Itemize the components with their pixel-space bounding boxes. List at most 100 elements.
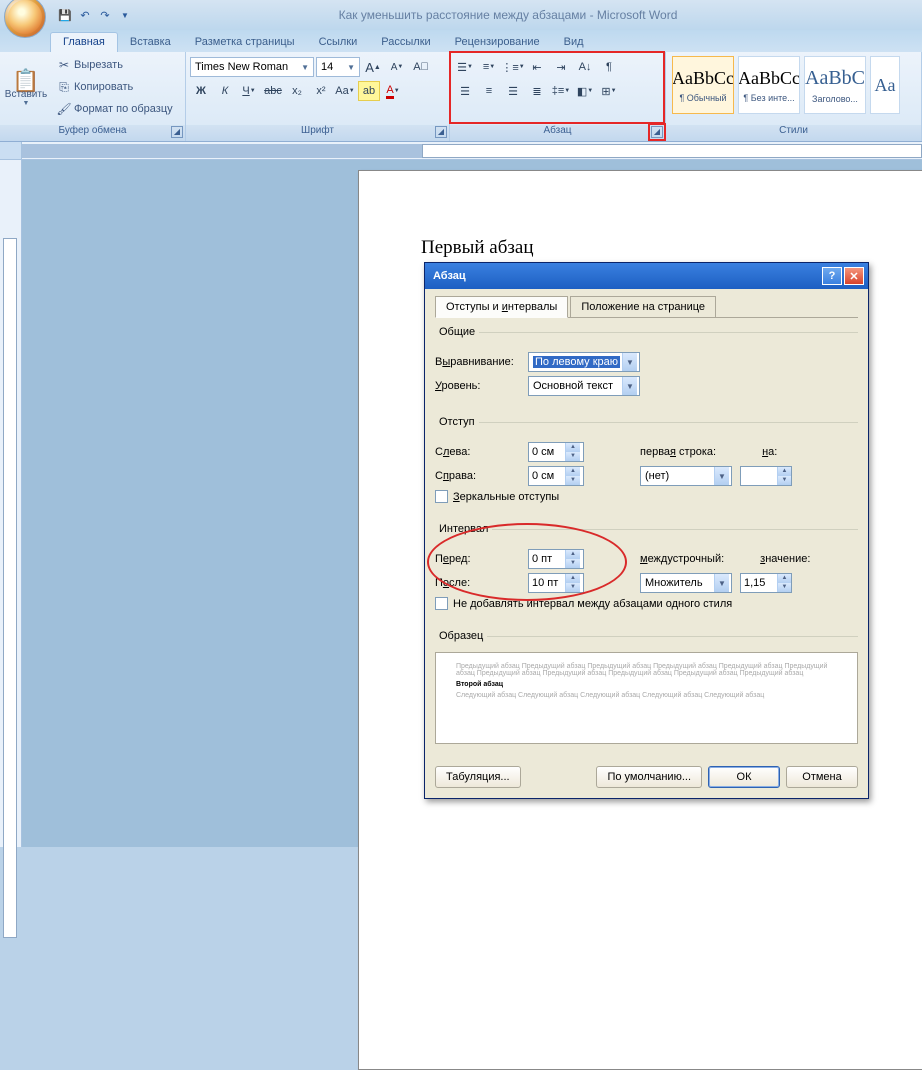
ribbon-tabs: Главная Вставка Разметка страницы Ссылки…	[0, 30, 922, 52]
copy-icon: ⎘	[56, 79, 72, 95]
window-title: Как уменьшить расстояние между абзацами …	[134, 8, 922, 22]
line-spacing-label: междустрочный:	[640, 553, 724, 565]
align-left-button[interactable]: ☰	[454, 81, 476, 101]
line-spacing-button[interactable]: ‡≡▼	[550, 81, 572, 101]
help-button[interactable]: ?	[822, 267, 842, 285]
dialog-buttons: Табуляция... По умолчанию... ОК Отмена	[435, 760, 858, 788]
no-space-same-style-check[interactable]: Не добавлять интервал между абзацами одн…	[435, 597, 858, 610]
style-more[interactable]: Aa	[870, 56, 900, 114]
chevron-down-icon: ▼	[622, 377, 637, 395]
ribbon: 📋 Вставить ▼ ✂Вырезать ⎘Копировать 🖌Форм…	[0, 52, 922, 142]
close-button[interactable]: ✕	[844, 267, 864, 285]
bold-button[interactable]: Ж	[190, 81, 212, 101]
indent-by-spin[interactable]: ▲▼	[740, 466, 792, 486]
tab-line-page-breaks[interactable]: Положение на странице	[570, 296, 716, 318]
style-normal[interactable]: AaBbCc¶ Обычный	[672, 56, 734, 114]
increase-indent-button[interactable]: ⇥	[550, 57, 572, 77]
ruler-corner[interactable]	[0, 142, 22, 160]
style-heading1[interactable]: AaBbCЗаголово...	[804, 56, 866, 114]
first-line-label: первая строка:	[640, 446, 716, 458]
highlight-button[interactable]: ab	[358, 81, 380, 101]
paste-label: Вставить	[5, 89, 47, 100]
multilevel-list-button[interactable]: ⋮≡▼	[502, 57, 524, 77]
subscript-button[interactable]: x₂	[286, 81, 308, 101]
vertical-ruler[interactable]	[0, 160, 22, 847]
format-painter-button[interactable]: 🖌Формат по образцу	[52, 98, 177, 120]
borders-button[interactable]: ⊞▼	[598, 81, 620, 101]
paragraph-text: Первый абзац	[421, 237, 534, 259]
paragraph-launcher[interactable]: ◢	[651, 126, 663, 138]
qat-customize-icon[interactable]: ▼	[116, 6, 134, 24]
sort-button[interactable]: A↓	[574, 57, 596, 77]
chevron-down-icon: ▼	[714, 574, 729, 592]
line-spacing-combo[interactable]: Множитель▼	[640, 573, 732, 593]
numbering-button[interactable]: ≡▼	[478, 57, 500, 77]
align-center-button[interactable]: ≡	[478, 81, 500, 101]
undo-icon[interactable]: ↶	[76, 6, 94, 24]
save-icon[interactable]: 💾	[56, 6, 74, 24]
group-title-paragraph: Абзац ◢	[450, 125, 665, 141]
decrease-indent-button[interactable]: ⇤	[526, 57, 548, 77]
indent-left-label: Слева:	[435, 446, 520, 458]
paste-button[interactable]: 📋 Вставить ▼	[4, 54, 48, 125]
bullets-button[interactable]: ☰▼	[454, 57, 476, 77]
tab-mailings[interactable]: Рассылки	[369, 33, 442, 52]
show-marks-button[interactable]: ¶	[598, 57, 620, 77]
horizontal-ruler[interactable]	[0, 142, 922, 160]
style-no-spacing[interactable]: AaBbCc¶ Без инте...	[738, 56, 800, 114]
italic-button[interactable]: К	[214, 81, 236, 101]
font-name-combo[interactable]: Times New Roman▼	[190, 57, 314, 77]
alignment-label: Выравнивание:	[435, 356, 520, 368]
tab-insert[interactable]: Вставка	[118, 33, 183, 52]
font-color-button[interactable]: A▼	[382, 81, 404, 101]
clear-formatting-button[interactable]: A⃠	[410, 57, 432, 77]
cancel-button[interactable]: Отмена	[786, 766, 858, 788]
spacing-legend: Интервал	[435, 523, 492, 535]
first-line-combo[interactable]: (нет)▼	[640, 466, 732, 486]
chevron-down-icon: ▼	[714, 467, 729, 485]
tab-page-layout[interactable]: Разметка страницы	[183, 33, 307, 52]
tab-references[interactable]: Ссылки	[307, 33, 370, 52]
justify-button[interactable]: ≣	[526, 81, 548, 101]
group-title-font: Шрифт◢	[186, 125, 449, 141]
outline-level-combo[interactable]: Основной текст▼	[528, 376, 640, 396]
font-size-combo[interactable]: 14▼	[316, 57, 360, 77]
general-legend: Общие	[435, 326, 479, 338]
group-font: Times New Roman▼ 14▼ A▲ A▼ A⃠ Ж К Ч▼ abc…	[186, 52, 450, 141]
tab-indents-spacing[interactable]: Отступы и интервалы	[435, 296, 568, 318]
strikethrough-button[interactable]: abc	[262, 81, 284, 101]
alignment-combo[interactable]: По левому краю▼	[528, 352, 640, 372]
copy-button[interactable]: ⎘Копировать	[52, 76, 177, 98]
ok-button[interactable]: ОК	[708, 766, 780, 788]
tab-home[interactable]: Главная	[50, 32, 118, 52]
dialog-title: Абзац	[429, 270, 822, 282]
chevron-down-icon: ▼	[301, 63, 309, 72]
tab-view[interactable]: Вид	[552, 33, 596, 52]
preview-group: Образец Предыдущий абзац Предыдущий абза…	[435, 630, 858, 750]
underline-button[interactable]: Ч▼	[238, 81, 260, 101]
mirror-indents-check[interactable]: Зеркальные отступы	[435, 490, 858, 503]
preview-legend: Образец	[435, 630, 487, 642]
spacing-at-spin[interactable]: ▲▼	[740, 573, 792, 593]
shrink-font-button[interactable]: A▼	[386, 57, 408, 77]
space-before-spin[interactable]: ▲▼	[528, 549, 584, 569]
group-styles: AaBbCc¶ Обычный AaBbCc¶ Без инте... AaBb…	[666, 52, 922, 141]
dialog-titlebar[interactable]: Абзац ? ✕	[425, 263, 868, 289]
chevron-down-icon: ▼	[23, 100, 30, 107]
tab-review[interactable]: Рецензирование	[443, 33, 552, 52]
clipboard-launcher[interactable]: ◢	[171, 126, 183, 138]
change-case-button[interactable]: Aa▼	[334, 81, 356, 101]
font-launcher[interactable]: ◢	[435, 126, 447, 138]
superscript-button[interactable]: x²	[310, 81, 332, 101]
indent-group: Отступ Слева: ▲▼ первая строка: на: Спра…	[435, 416, 858, 513]
align-right-button[interactable]: ☰	[502, 81, 524, 101]
space-after-spin[interactable]: ▲▼	[528, 573, 584, 593]
redo-icon[interactable]: ↷	[96, 6, 114, 24]
indent-left-spin[interactable]: ▲▼	[528, 442, 584, 462]
indent-right-spin[interactable]: ▲▼	[528, 466, 584, 486]
grow-font-button[interactable]: A▲	[362, 57, 384, 77]
tabs-button[interactable]: Табуляция...	[435, 766, 521, 788]
cut-button[interactable]: ✂Вырезать	[52, 54, 177, 76]
shading-button[interactable]: ◧▼	[574, 81, 596, 101]
default-button[interactable]: По умолчанию...	[596, 766, 702, 788]
